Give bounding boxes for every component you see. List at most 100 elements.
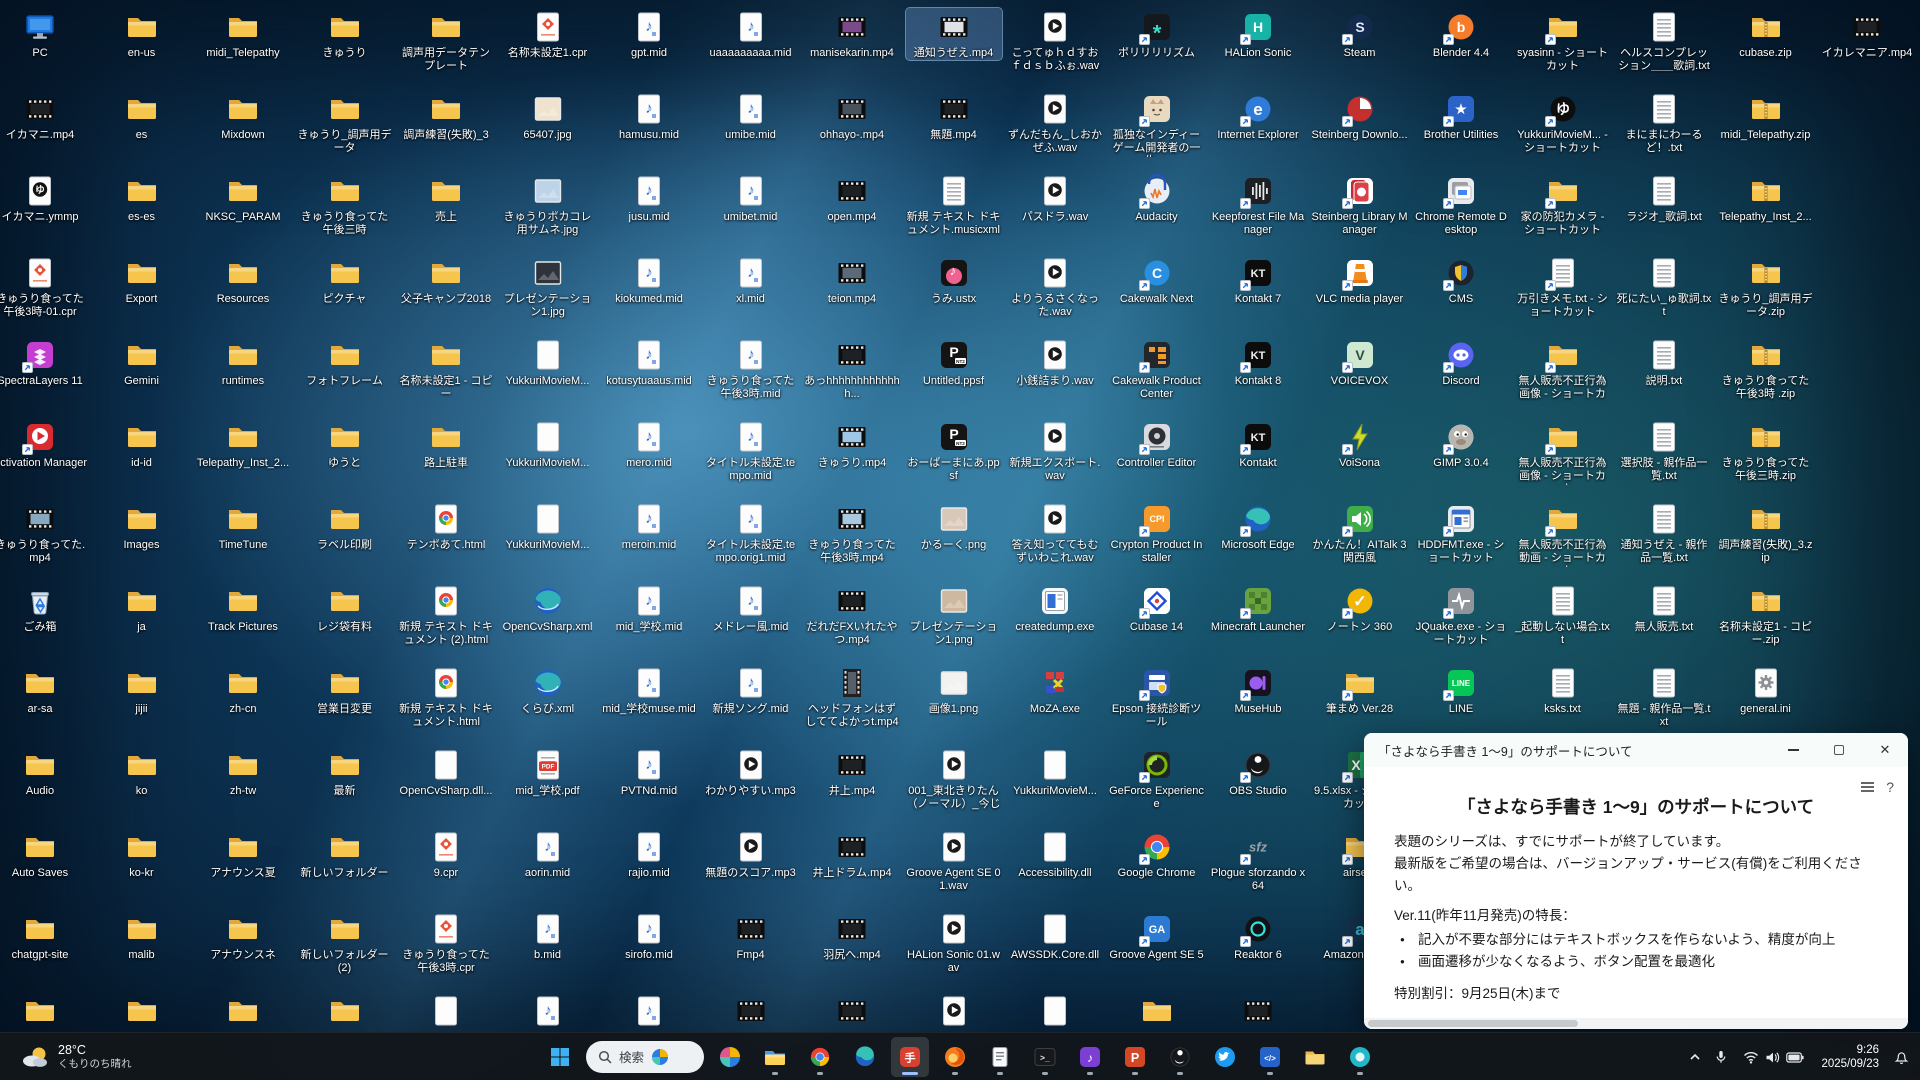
desktop-icon[interactable]: KTKontakt 7 <box>1210 254 1306 306</box>
desktop-icon[interactable]: ✓ノートン 360 <box>1312 582 1408 634</box>
desktop-icon[interactable]: Track Pictures <box>195 582 291 634</box>
desktop-icon[interactable]: 小銭詰まり.wav <box>1007 336 1103 388</box>
desktop-icon[interactable]: KTKontakt <box>1210 418 1306 470</box>
desktop-icon[interactable]: きゅうり食ってた午後3時-01.cpr <box>0 254 88 319</box>
desktop-icon[interactable]: Gemini <box>94 336 190 388</box>
desktop-icon[interactable]: ごみ箱 <box>0 582 88 634</box>
desktop-icon[interactable]: 新しいフォルダー (2) <box>297 910 393 975</box>
desktop-icon[interactable]: ♪rajio.mid <box>601 828 697 880</box>
desktop-icon[interactable]: 無題のスコア.mp3 <box>703 828 799 880</box>
desktop-icon[interactable]: ♪meroin.mid <box>601 500 697 552</box>
desktop-icon[interactable]: ♪タイトル未設定.tempo.orig1.mid <box>703 500 799 565</box>
desktop-icon[interactable]: Google Chrome <box>1109 828 1205 880</box>
desktop-icon[interactable]: zh-tw <box>195 746 291 798</box>
taskbar-icon-chrome[interactable] <box>801 1037 839 1077</box>
desktop-icon[interactable]: Activation Manager <box>0 418 88 470</box>
desktop-icon[interactable]: パスドラ.wav <box>1007 172 1103 224</box>
desktop-icon[interactable]: ♪タイトル未設定.tempo.mid <box>703 418 799 483</box>
desktop-icon[interactable]: YukkuriMovieM... <box>500 418 596 470</box>
desktop-icon[interactable]: KTKontakt 8 <box>1210 336 1306 388</box>
desktop-icon[interactable]: 新規 テキスト ドキュメント.musicxml <box>906 172 1002 237</box>
desktop-icon[interactable]: きゅうり食ってた午後3時 .zip <box>1718 336 1814 401</box>
desktop-icon[interactable]: イカレマニア.mp4 <box>1819 8 1915 60</box>
desktop-icon[interactable]: ja <box>94 582 190 634</box>
taskbar-icon-musicapp[interactable]: ♪ <box>1071 1037 1109 1077</box>
desktop-icon[interactable]: ksks.txt <box>1515 664 1611 716</box>
desktop-icon[interactable]: ♪umibet.mid <box>703 172 799 224</box>
desktop-icon[interactable] <box>0 992 88 1028</box>
desktop-icon[interactable]: CCakewalk Next <box>1109 254 1205 306</box>
desktop-icon[interactable]: midi_Telepathy.zip <box>1718 90 1814 142</box>
desktop-icon[interactable]: 65407.jpg <box>500 90 596 142</box>
desktop-icon[interactable]: AWSSDK.Core.dll <box>1007 910 1103 962</box>
desktop-icon[interactable]: イカマニ.mp4 <box>0 90 88 142</box>
desktop-icon[interactable]: en-us <box>94 8 190 60</box>
desktop-icon[interactable] <box>1109 992 1205 1028</box>
desktop-icon[interactable]: こってゅｈｄすおｆｄｓｂふぉ.wav <box>1007 8 1103 73</box>
desktop-icon[interactable] <box>297 992 393 1028</box>
desktop-icon[interactable]: chatgpt-site <box>0 910 88 962</box>
desktop-icon[interactable]: SpectraLayers 11 <box>0 336 88 388</box>
desktop-icon[interactable]: Cubase 14 <box>1109 582 1205 634</box>
desktop-icon[interactable]: HHALion Sonic <box>1210 8 1306 60</box>
taskbar-icon-copilot[interactable] <box>711 1037 749 1077</box>
desktop-icon[interactable]: プレゼンテーション1.png <box>906 582 1002 647</box>
desktop-icon[interactable]: ♪ <box>500 992 596 1028</box>
desktop-icon[interactable]: きゅうり <box>297 8 393 60</box>
desktop-icon[interactable]: 無人販売不正行為画像 - ショートカット <box>1515 418 1611 485</box>
desktop-icon[interactable]: _起動しない場合.txt <box>1515 582 1611 647</box>
desktop-icon[interactable]: 001_東北きりたん（ノーマル）_今じゃ... <box>906 746 1002 813</box>
desktop-icon[interactable]: runtimes <box>195 336 291 388</box>
desktop-icon[interactable]: PDFmid_学校.pdf <box>500 746 596 798</box>
desktop-icon[interactable]: 井上.mp4 <box>804 746 900 798</box>
desktop-icon[interactable]: ラジオ_歌詞.txt <box>1616 172 1712 224</box>
desktop-icon[interactable]: 井上ドラム.mp4 <box>804 828 900 880</box>
desktop-icon[interactable]: 説明.txt <box>1616 336 1712 388</box>
desktop-icon[interactable]: SSteam <box>1312 8 1408 60</box>
desktop-icon[interactable]: HDDFMT.exe - ショートカット <box>1413 500 1509 565</box>
desktop-icon[interactable]: よりうるさくなった.wav <box>1007 254 1103 319</box>
desktop-icon[interactable]: teion.mp4 <box>804 254 900 306</box>
taskbar-icon-twitter[interactable] <box>1206 1037 1244 1077</box>
desktop-icon[interactable]: OpenCvSharp.dll... <box>398 746 494 798</box>
desktop-icon[interactable]: ★Brother Utilities <box>1413 90 1509 142</box>
taskbar-icon-code[interactable]: </> <box>1251 1037 1289 1077</box>
desktop-icon[interactable]: 死にたい_ゅ歌詞.txt <box>1616 254 1712 319</box>
desktop-icon[interactable]: 調声練習(失敗)_3 <box>398 90 494 142</box>
taskbar-icon-explorer[interactable] <box>756 1037 794 1077</box>
desktop-icon[interactable]: わかりやすい.mp3 <box>703 746 799 798</box>
desktop-icon[interactable]: Telepathy_Inst_2... <box>195 418 291 470</box>
desktop-icon[interactable]: ♪mid_学校.mid <box>601 582 697 634</box>
dialog-titlebar[interactable]: 「さよなら手書き 1〜9」のサポートについて ✕ <box>1364 733 1908 767</box>
tray-overflow-chevron-icon[interactable] <box>1684 1037 1706 1077</box>
desktop-icon[interactable]: VoiSona <box>1312 418 1408 470</box>
menu-icon[interactable] <box>1861 782 1874 792</box>
desktop-icon[interactable]: Audio <box>0 746 88 798</box>
desktop-icon[interactable]: ♪xl.mid <box>703 254 799 306</box>
desktop-icon[interactable]: きゅうり食ってた午後3時.mp4 <box>804 500 900 565</box>
desktop-icon[interactable]: ♪mero.mid <box>601 418 697 470</box>
desktop-icon[interactable]: ♪mid_学校muse.mid <box>601 664 697 716</box>
maximize-button[interactable] <box>1816 733 1862 767</box>
help-icon[interactable]: ? <box>1886 779 1894 795</box>
weather-widget[interactable]: 28°C くもりのち晴れ <box>10 1033 142 1080</box>
desktop-icon[interactable]: GeForce Experience <box>1109 746 1205 811</box>
desktop-icon[interactable]: GIMP 3.0.4 <box>1413 418 1509 470</box>
desktop-icon[interactable]: まにまにわーるど！.txt <box>1616 90 1712 155</box>
desktop-icon[interactable]: Telepathy_Inst_2... <box>1718 172 1814 224</box>
desktop-icon[interactable]: 調声練習(失敗)_3.zip <box>1718 500 1814 565</box>
taskbar-icon-notepad[interactable] <box>981 1037 1019 1077</box>
desktop-icon[interactable]: Minecraft Launcher <box>1210 582 1306 634</box>
desktop-icon[interactable]: 新規 テキスト ドキュメント.html <box>398 664 494 729</box>
desktop-icon[interactable]: ♪jusu.mid <box>601 172 697 224</box>
desktop-icon[interactable]: malib <box>94 910 190 962</box>
desktop-icon[interactable]: 名称未設定1.cpr <box>500 8 596 60</box>
desktop-icon[interactable]: es-es <box>94 172 190 224</box>
desktop-icon[interactable]: きゅうり食ってた午後三時 <box>297 172 393 237</box>
desktop-icon[interactable]: Steinberg Downlo... <box>1312 90 1408 142</box>
desktop-icon[interactable]: ゆイカマニ.ymmp <box>0 172 88 224</box>
desktop-icon[interactable]: id-id <box>94 418 190 470</box>
desktop-icon[interactable]: TimeTune <box>195 500 291 552</box>
desktop-icon[interactable]: Microsoft Edge <box>1210 500 1306 552</box>
desktop-icon[interactable]: eInternet Explorer <box>1210 90 1306 142</box>
